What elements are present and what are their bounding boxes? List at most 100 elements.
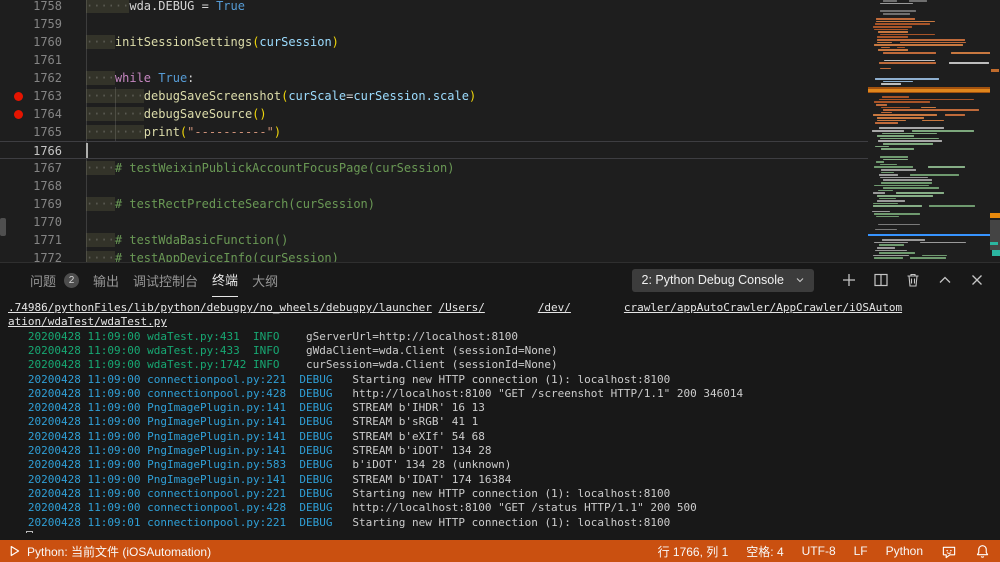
line-number[interactable]: 1760 [22, 33, 62, 51]
terminal-text: gWdaClient=wda.Client (sessionId=None) [279, 343, 558, 357]
code-editor[interactable]: 1758 ······wda.DEBUG = True 1759 1760 ····in… [0, 0, 868, 262]
file-path-link[interactable]: ation/wdaTest/wdaTest.py [8, 315, 167, 328]
line-number[interactable]: 1767 [22, 159, 62, 177]
code-line[interactable]: 1769 ····# testRectPredicteSearch(curSess… [0, 195, 868, 213]
tab-label: 问题 [30, 273, 57, 289]
line-number[interactable]: 1771 [22, 231, 62, 249]
terminal-line: 20200428 11:09:00 PngImagePlugin.py:141 … [8, 401, 485, 415]
bell-icon [976, 544, 989, 558]
terminal-text: 20200428 11:09:00 connectionpool.py:221 … [8, 372, 333, 386]
overview-ruler[interactable] [990, 0, 1000, 262]
code-line[interactable]: 1758 ······wda.DEBUG = True [0, 0, 868, 15]
line-number[interactable]: 1770 [22, 213, 62, 231]
terminal-line: 20200428 11:09:00 connectionpool.py:428 … [8, 501, 697, 515]
plus-icon [843, 274, 855, 286]
split-terminal-button[interactable] [868, 268, 894, 292]
terminal-text: gServerUrl=http://localhost:8100 [279, 329, 518, 343]
code-line[interactable]: 1760 ····initSessionSettings(curSession) [0, 33, 868, 51]
code-line[interactable]: 1770 [0, 213, 868, 231]
terminal-text: 20200428 11:09:00 connectionpool.py:428 … [8, 501, 333, 515]
debug-config-label: Python: 当前文件 (iOSAutomation) [27, 544, 212, 559]
tab-problems[interactable]: 问题 2 [30, 264, 80, 297]
cursor-position[interactable]: 行 1766, 列 1 [658, 543, 729, 560]
line-number[interactable]: 1768 [22, 177, 62, 195]
terminal-text: STREAM b'sRGB' 41 1 [332, 415, 479, 429]
panel-actions: 2: Python Debug Console [631, 268, 990, 292]
terminal-text: STREAM b'IDAT' 174 16384 [332, 472, 512, 486]
tab-debug-console[interactable]: 调试控制台 [133, 264, 198, 297]
maximize-panel-button[interactable] [932, 268, 958, 292]
kill-terminal-button[interactable] [900, 268, 926, 292]
code-line[interactable]: 1764 ········debugSaveSource() [0, 105, 868, 123]
line-number[interactable]: 1759 [22, 15, 62, 33]
file-path-link[interactable]: /dev/ [538, 301, 571, 314]
text-cursor [86, 143, 88, 158]
terminal-cursor [26, 530, 33, 533]
split-icon [874, 273, 888, 287]
terminal-line: 20200428 11:09:00 wdaTest.py:1742 INFO c… [8, 358, 558, 372]
terminal-output[interactable]: .74986/pythonFiles/lib/python/debugpy/no… [8, 301, 992, 533]
code-line[interactable]: 1763 ········debugSaveScreenshot(curScale… [0, 87, 868, 105]
file-path-link[interactable]: crawler/appAutoCrawler/AppCrawler/iOSAut… [624, 301, 902, 314]
terminal-text: curSession=wda.Client (sessionId=None) [279, 358, 558, 372]
indent-guide [86, 177, 87, 195]
indent-guide [86, 51, 87, 69]
code-text: ····# testWeixinPublickAccountFocusPage(… [86, 159, 454, 177]
debug-launch-config[interactable]: Python: 当前文件 (iOSAutomation) [0, 543, 211, 560]
line-number[interactable]: 1758 [22, 0, 62, 15]
line-number[interactable]: 1769 [22, 195, 62, 213]
file-encoding[interactable]: UTF-8 [802, 544, 836, 558]
code-token: ···· [86, 71, 115, 85]
tab-output[interactable]: 输出 [93, 264, 119, 297]
terminal-text: 20200428 11:09:00 wdaTest.py:1742 INFO [8, 358, 280, 372]
notifications-button[interactable] [975, 544, 990, 559]
eol-setting[interactable]: LF [854, 544, 868, 558]
line-number[interactable]: 1765 [22, 123, 62, 141]
window-edge-artifact [0, 218, 6, 236]
tab-outline[interactable]: 大纲 [252, 264, 278, 297]
minimap[interactable] [868, 0, 990, 262]
terminal-text: 20200428 11:09:00 PngImagePlugin.py:141 … [8, 472, 333, 486]
feedback-button[interactable] [941, 544, 957, 559]
code-token: True [158, 71, 188, 85]
line-number[interactable]: 1766 [22, 142, 62, 160]
line-number[interactable]: 1761 [22, 51, 62, 69]
code-line[interactable]: 1767 ····# testWeixinPublickAccountFocusP… [0, 159, 868, 177]
code-line[interactable]: 1772 ····# testAppDeviceInfo(curSession) [0, 249, 868, 262]
language-mode[interactable]: Python [886, 544, 923, 558]
new-terminal-button[interactable] [836, 268, 862, 292]
terminal-selector-dropdown[interactable]: 2: Python Debug Console [631, 268, 814, 292]
minimap-highlight-band-bright [868, 88, 990, 92]
line-number[interactable]: 1772 [22, 249, 62, 262]
line-number[interactable]: 1763 [22, 87, 62, 105]
tab-label: 输出 [93, 273, 120, 289]
file-path-link[interactable]: /Users/ [438, 301, 484, 314]
code-line[interactable]: 1766 [0, 141, 868, 160]
indent-guide [86, 213, 87, 231]
code-line[interactable]: 1765 ········print("----------") [0, 123, 868, 141]
file-path-link[interactable]: .74986/pythonFiles/lib/python/debugpy/no… [8, 301, 432, 314]
code-line[interactable]: 1761 [0, 51, 868, 69]
terminal-text: 20200428 11:09:00 connectionpool.py:428 … [8, 386, 333, 400]
code-token: # testRectPredicteSearch(curSession) [114, 197, 375, 211]
close-panel-button[interactable] [964, 268, 990, 292]
tab-terminal[interactable]: 终端 [212, 264, 239, 297]
code-line[interactable]: 1768 [0, 177, 868, 195]
code-line[interactable]: 1762 ····while True: [0, 69, 868, 87]
code-token: "----------" [187, 125, 274, 139]
code-line[interactable]: 1759 [0, 15, 868, 33]
terminal-line: 20200428 11:09:00 PngImagePlugin.py:141 … [8, 430, 485, 444]
line-number[interactable]: 1764 [22, 105, 62, 123]
indentation-setting[interactable]: 空格: 4 [746, 543, 783, 560]
code-text: ····# testWdaBasicFunction() [86, 231, 288, 249]
scrollbar-slider[interactable] [990, 220, 1000, 250]
line-number[interactable]: 1762 [22, 69, 62, 87]
terminal-line: 20200428 11:09:01 connectionpool.py:221 … [8, 516, 670, 530]
code-token: True [216, 0, 245, 13]
code-line[interactable]: 1771 ····# testWdaBasicFunction() [0, 231, 868, 249]
terminal-line: ation/wdaTest/wdaTest.py [8, 315, 167, 329]
code-token: debugSaveScreenshot [143, 89, 282, 103]
indent-guide [86, 15, 87, 33]
code-token: ···· [86, 251, 115, 262]
code-text: ········debugSaveSource() [86, 105, 267, 123]
